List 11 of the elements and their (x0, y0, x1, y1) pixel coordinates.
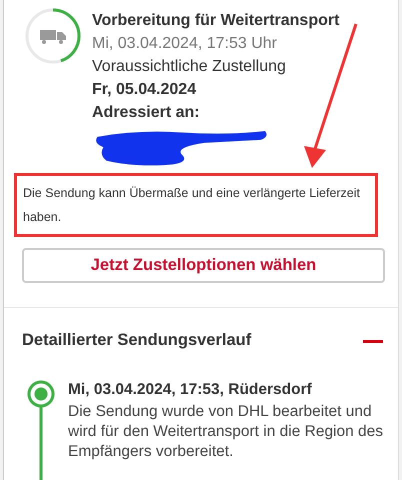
event-heading: Mi, 03.04.2024, 17:53, Rüdersdorf (68, 380, 313, 400)
status-time: Mi, 03.04.2024, 17:53 Uhr (92, 34, 278, 54)
delivery-label: Voraussichtliche Zustellung (92, 57, 287, 77)
notice-text: Die Sendung kann Übermaße und eine verlängerte Lieferzeit haben. (14, 172, 378, 237)
history-title: Detaillierter Sendungsverlauf (22, 331, 252, 350)
truck-icon (40, 30, 66, 44)
address-label: Adressiert an: (92, 103, 201, 123)
delivery-options-button[interactable]: Jetzt Zustelloptionen wählen (22, 248, 385, 284)
status-title: Vorbereitung für Weitertransport (92, 11, 340, 31)
delivery-date: Fr, 05.04.2024 (92, 80, 198, 100)
event-description: Die Sendung wurde von DHL bearbeitet und wird für den Weitertransport in die Region des Empfängers vorbereitet. (68, 402, 384, 462)
